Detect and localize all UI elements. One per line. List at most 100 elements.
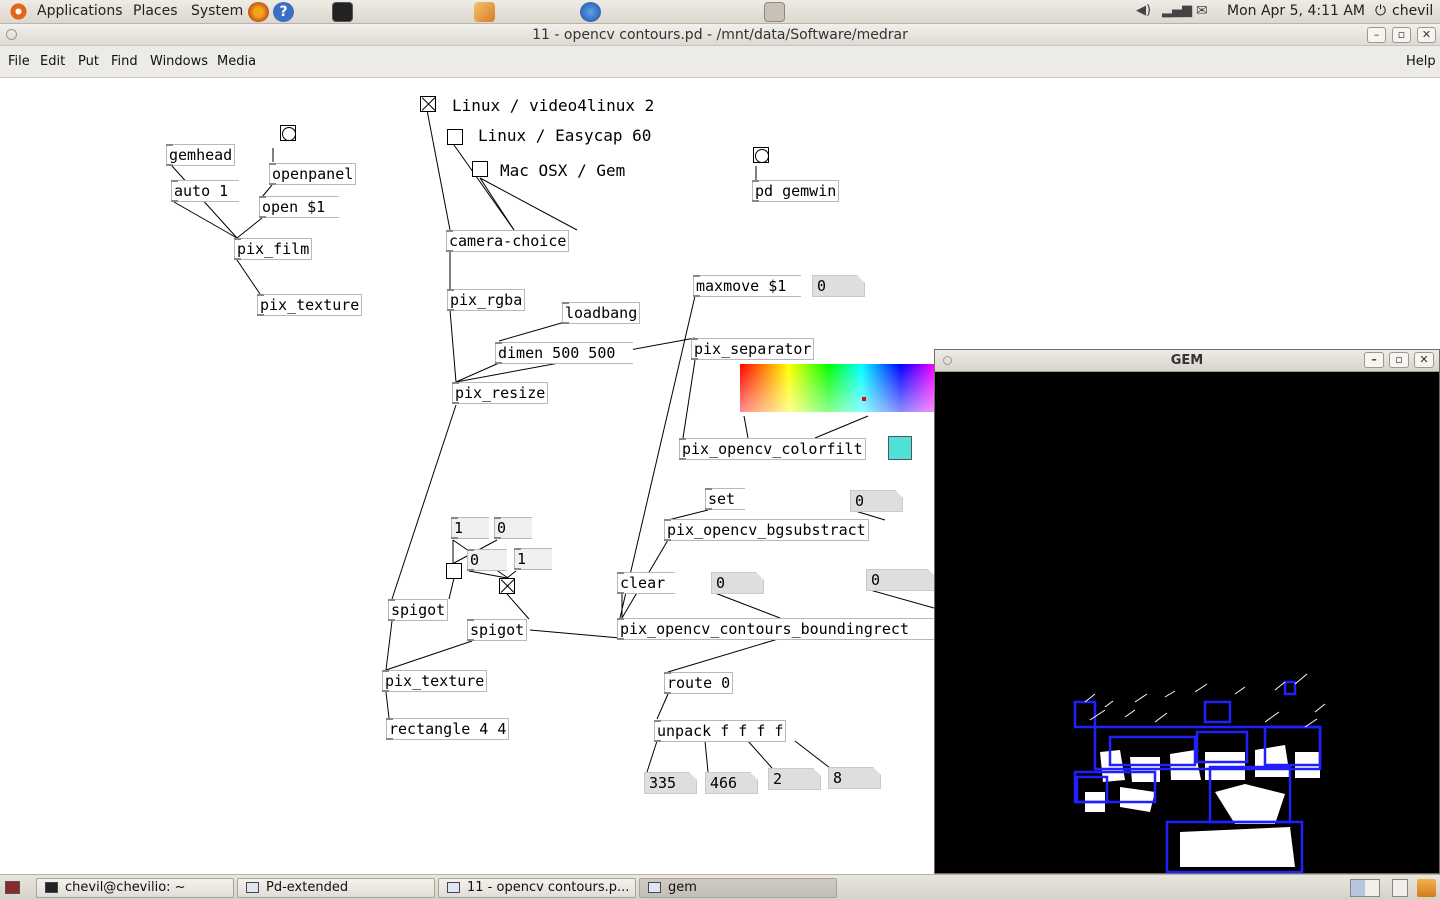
output-number-2[interactable]: 466 [705, 772, 758, 794]
spigot-mid-object[interactable]: spigot [467, 619, 528, 641]
clear-message[interactable]: clear [617, 572, 675, 594]
workspace-switcher[interactable] [1350, 879, 1380, 897]
spigot-mid-toggle[interactable] [499, 578, 515, 594]
auto-message[interactable]: auto 1 [171, 180, 239, 202]
menu-file[interactable]: File [8, 54, 30, 69]
power-icon[interactable]: ⏻ [1375, 3, 1386, 19]
network-icon[interactable]: ▂▄▆ [1162, 3, 1192, 18]
clock[interactable]: Mon Apr 5, 4:11 AM [1227, 3, 1365, 19]
maxmove-message[interactable]: maxmove $1 [693, 275, 801, 297]
zero-message-a[interactable]: 0 [494, 517, 532, 539]
palette-cursor [862, 397, 866, 401]
openpanel-bang[interactable] [280, 125, 296, 141]
rectangle-object[interactable]: rectangle 4 4 [386, 718, 510, 740]
maximize-button[interactable]: ▫ [1392, 27, 1411, 43]
top-panel: Applications Places System ? ◀) ▂▄▆ ✉ Mo… [0, 0, 1440, 24]
contour-number-a[interactable]: 0 [711, 572, 764, 594]
menu-windows[interactable]: Windows [150, 54, 208, 69]
workspace-switcher-2[interactable] [1392, 879, 1408, 897]
gem-window-menu-icon[interactable] [943, 356, 952, 365]
loadbang-object[interactable]: loadbang [562, 302, 641, 324]
window-icon [246, 882, 259, 893]
one-message-a[interactable]: 1 [451, 517, 489, 539]
pix-separator-object[interactable]: pix_separator [691, 338, 815, 360]
easycap-comment: Linux / Easycap 60 [478, 126, 652, 145]
terminal-icon[interactable] [332, 2, 353, 22]
contour-number-b[interactable]: 0 [866, 569, 936, 591]
gem-window[interactable]: GEM – ▫ ✕ [934, 349, 1440, 874]
taskbar-item-terminal[interactable]: chevil@chevilio: ~ [36, 878, 234, 898]
screenshot-launcher-icon[interactable] [764, 2, 785, 22]
terminal-icon [45, 882, 58, 893]
macosx-comment: Mac OSX / Gem [500, 161, 626, 180]
contours-object[interactable]: pix_opencv_contours_boundingrect [617, 618, 937, 640]
bgsubstract-number[interactable]: 0 [850, 490, 903, 512]
camera-choice-object[interactable]: camera-choice [446, 230, 570, 252]
macosx-toggle[interactable] [472, 161, 488, 177]
gem-render-view[interactable] [935, 372, 1439, 873]
menu-find[interactable]: Find [111, 54, 138, 69]
gemwin-bang[interactable] [753, 147, 769, 163]
colorfilt-object[interactable]: pix_opencv_colorfilt [679, 438, 866, 460]
pix-texture-bottom-object[interactable]: pix_texture [382, 670, 488, 692]
maxmove-number[interactable]: 0 [812, 275, 865, 297]
output-number-4[interactable]: 8 [828, 767, 881, 789]
gem-titlebar[interactable]: GEM – ▫ ✕ [935, 350, 1439, 372]
openpanel-object[interactable]: openpanel [269, 163, 357, 185]
window-icon [648, 882, 661, 893]
route-object[interactable]: route 0 [664, 672, 734, 694]
output-number-1[interactable]: 335 [644, 772, 697, 794]
menu-media[interactable]: Media [217, 54, 256, 69]
menu-help[interactable]: Help [1406, 54, 1436, 69]
pix-resize-object[interactable]: pix_resize [452, 382, 549, 404]
gem-minimize-button[interactable]: – [1364, 352, 1384, 368]
open-message[interactable]: open $1 [259, 196, 339, 218]
set-message[interactable]: set [705, 488, 745, 510]
taskbar-item-contours-patch[interactable]: 11 - opencv contours.p... [438, 878, 636, 898]
bottom-panel: chevil@chevilio: ~ Pd-extended 11 - open… [0, 874, 1440, 900]
contour-render [1073, 673, 1326, 873]
spigot-left-object[interactable]: spigot [388, 599, 449, 621]
one-message-b[interactable]: 1 [514, 548, 552, 570]
easycap-toggle[interactable] [447, 129, 463, 145]
pd-gemwin-object[interactable]: pd gemwin [752, 180, 840, 202]
pix-texture-top-object[interactable]: pix_texture [257, 294, 363, 316]
volume-icon[interactable]: ◀) [1136, 3, 1151, 18]
taskbar-item-pd-extended[interactable]: Pd-extended [237, 878, 435, 898]
gemhead-object[interactable]: gemhead [166, 144, 236, 166]
unpack-object[interactable]: unpack f f f f [654, 720, 787, 742]
close-button[interactable]: ✕ [1417, 27, 1436, 43]
taskbar-item-label: gem [668, 880, 697, 895]
show-desktop-icon[interactable] [5, 881, 20, 894]
spigot-left-toggle[interactable] [446, 563, 462, 579]
places-menu[interactable]: Places [133, 3, 178, 19]
gem-close-button[interactable]: ✕ [1414, 352, 1434, 368]
output-number-3[interactable]: 2 [768, 768, 821, 790]
mail-icon[interactable]: ✉ [1196, 3, 1208, 19]
system-menu[interactable]: System [191, 3, 243, 19]
ubuntu-logo-icon[interactable] [10, 3, 27, 20]
window-icon [447, 882, 460, 893]
v4l2-toggle[interactable] [420, 96, 436, 112]
bgsubstract-object[interactable]: pix_opencv_bgsubstract [664, 519, 869, 541]
window-menu-icon[interactable] [6, 29, 17, 40]
dimen-message[interactable]: dimen 500 500 [495, 342, 633, 364]
pix-film-object[interactable]: pix_film [234, 238, 313, 260]
pix-rgba-object[interactable]: pix_rgba [447, 289, 526, 311]
minimize-button[interactable]: – [1367, 27, 1386, 43]
applications-menu[interactable]: Applications [37, 3, 123, 19]
color-swatch[interactable] [888, 436, 912, 460]
menu-put[interactable]: Put [78, 54, 99, 69]
media-launcher-icon[interactable] [580, 2, 601, 22]
gem-maximize-button[interactable]: ▫ [1389, 352, 1409, 368]
color-palette[interactable] [740, 364, 936, 412]
zero-message-b[interactable]: 0 [467, 549, 507, 571]
menu-edit[interactable]: Edit [40, 54, 65, 69]
help-icon[interactable]: ? [273, 2, 294, 22]
app-launcher-icon[interactable] [474, 2, 495, 22]
firefox-icon[interactable] [248, 2, 269, 22]
user-name[interactable]: chevil [1392, 3, 1433, 19]
trash-icon[interactable] [1417, 879, 1436, 897]
window-titlebar[interactable]: 11 - opencv contours.pd - /mnt/data/Soft… [0, 24, 1440, 46]
taskbar-item-gem[interactable]: gem [639, 878, 837, 898]
